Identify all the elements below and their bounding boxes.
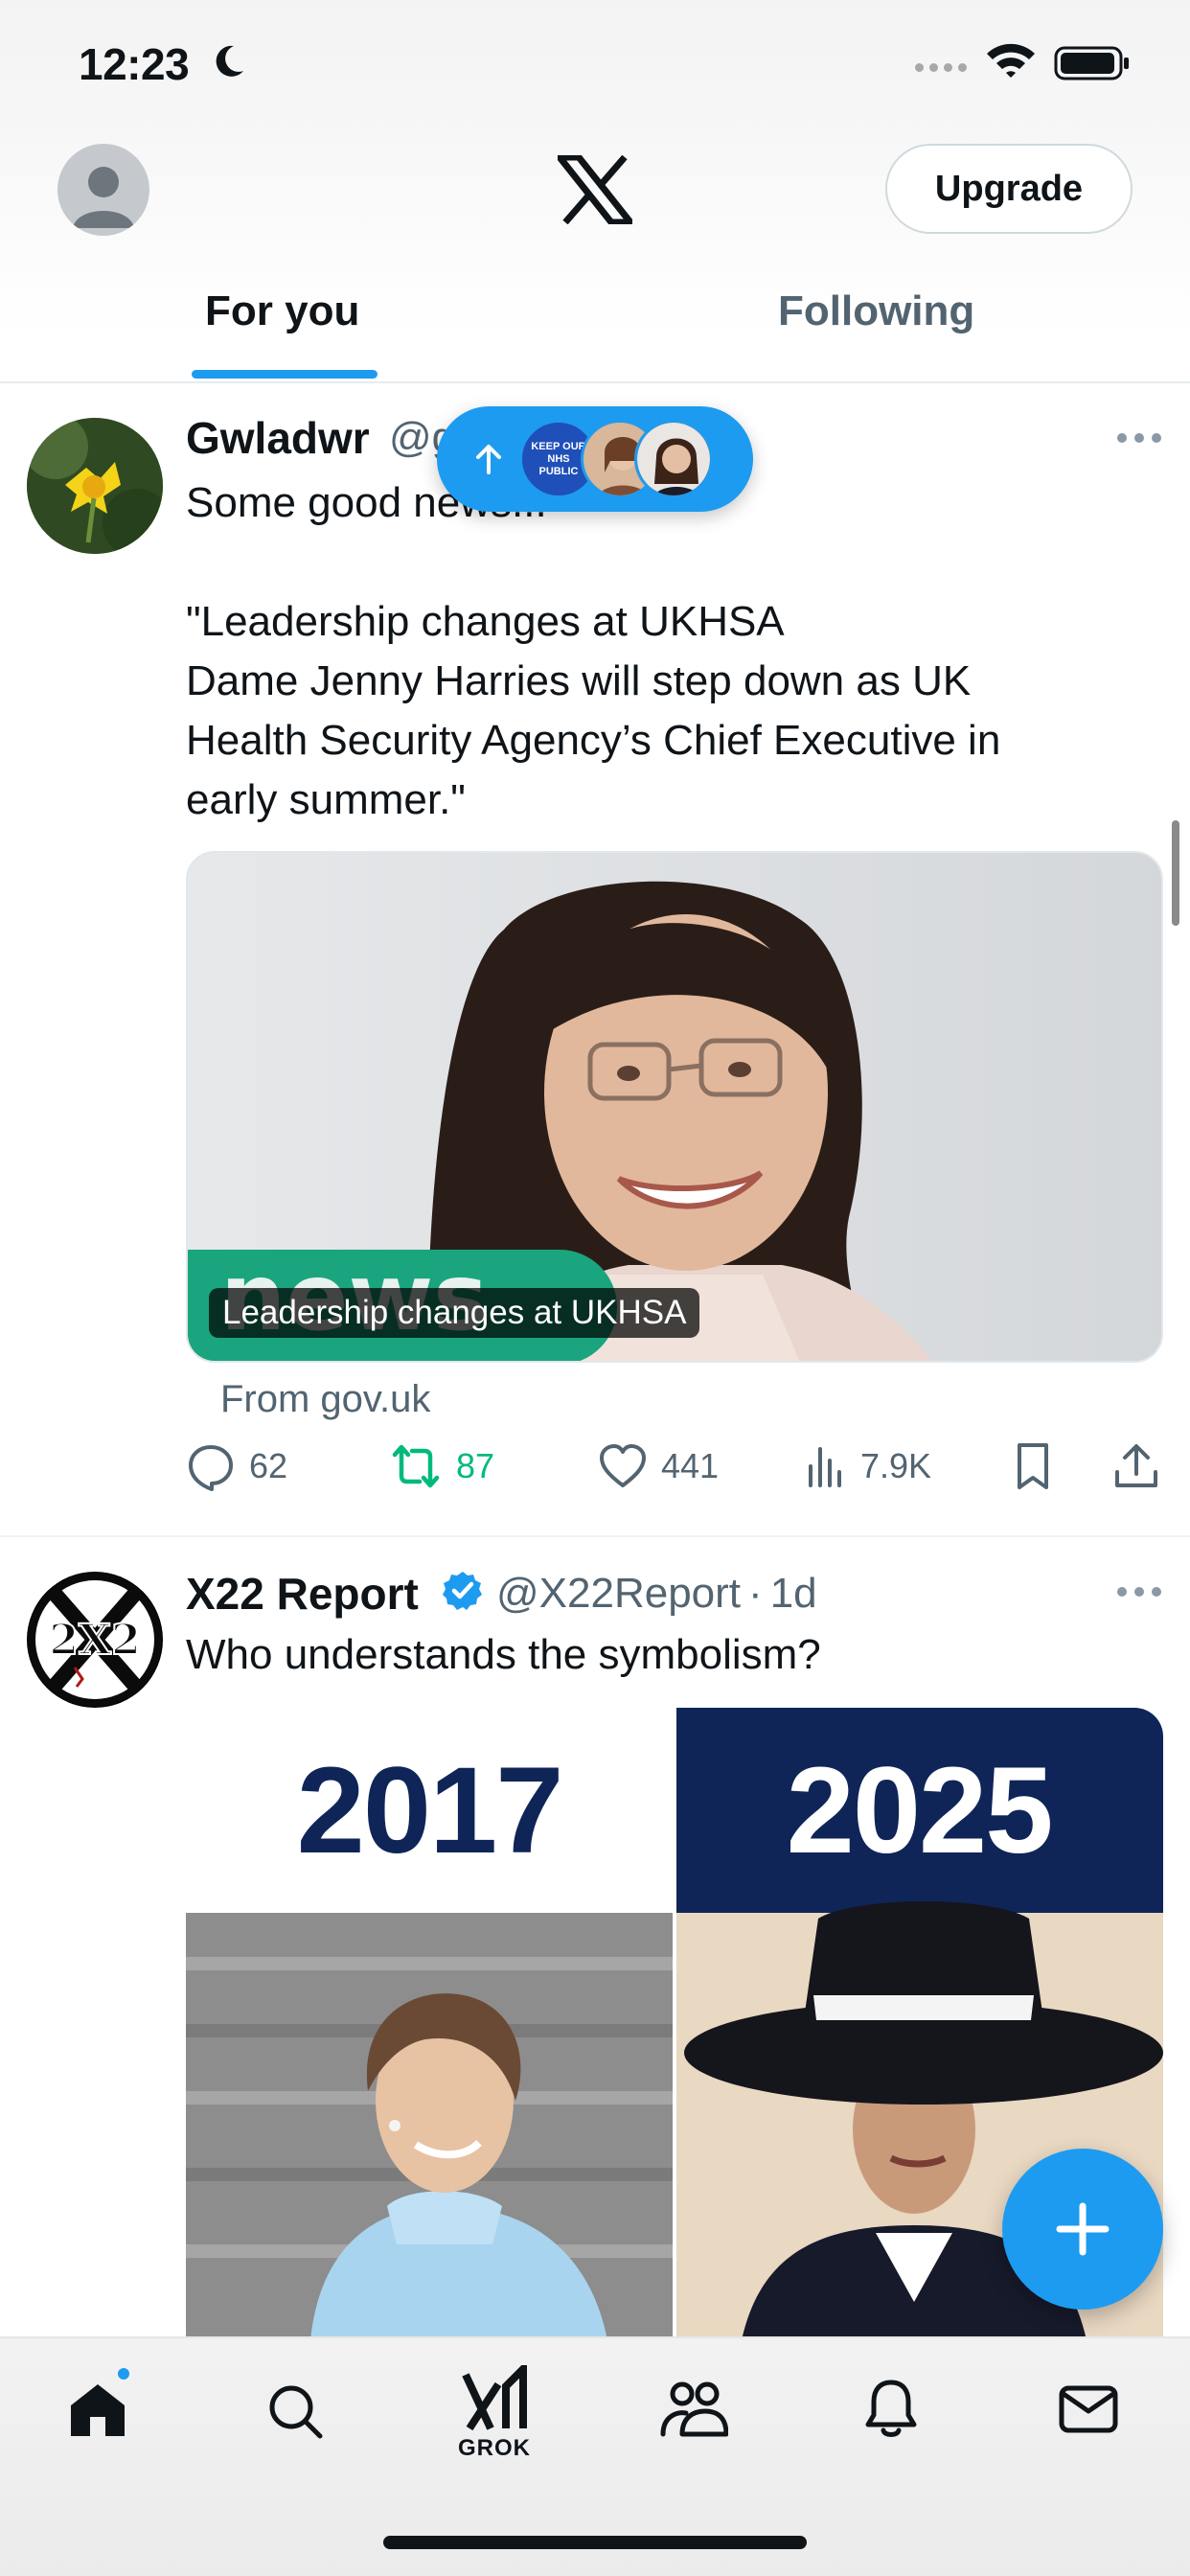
bookmark-icon [1018,1443,1048,1489]
meta-separator: · [748,1570,763,1617]
profile-avatar[interactable] [57,144,149,236]
post-author-name[interactable]: X22 Report [186,1568,419,1620]
share-button[interactable] [1113,1441,1159,1491]
post-meta[interactable]: @X22Report · 1d [496,1570,817,1618]
view-count: 7.9K [860,1446,932,1485]
svg-text:2X2: 2X2 [49,1616,140,1665]
reply-button[interactable]: 62 [186,1441,287,1491]
arrow-up-icon [469,440,508,483]
more-options-icon[interactable] [1117,433,1161,443]
post-author-avatar[interactable]: 2X2 [27,1572,163,1708]
new-posts-button[interactable]: KEEP OUR NHS PUBLIC [437,406,753,512]
home-tab[interactable] [67,2379,128,2445]
notifications-tab[interactable] [860,2377,922,2445]
card-title: Leadership changes at UKHSA [209,1288,700,1338]
post-author-avatar[interactable] [27,418,163,554]
battery-icon [1054,46,1131,85]
home-icon [71,2384,125,2436]
communities-icon [660,2381,729,2437]
bookmark-button[interactable] [1012,1441,1054,1491]
repost-icon [392,1444,440,1488]
grok-tab[interactable] [460,2359,533,2437]
post-author-name[interactable]: Gwladwr [186,412,370,464]
compose-button[interactable] [1002,2149,1163,2310]
like-count: 441 [661,1446,720,1485]
scrollbar[interactable] [1172,820,1179,926]
upgrade-button[interactable]: Upgrade [885,144,1133,234]
wifi-icon [985,40,1037,83]
reply-icon [189,1445,233,1491]
post-text: Who understands the symbolism? [186,1631,821,1678]
focus-moon-icon [209,42,247,85]
post-divider [0,1535,1190,1537]
x-logo-icon[interactable] [552,153,638,229]
communities-tab[interactable] [659,2379,729,2445]
home-indicator[interactable] [383,2536,807,2549]
media-label-right: 2025 [786,1741,1054,1879]
notification-dot [115,2365,132,2382]
new-post-avatar [634,420,713,498]
views-button[interactable]: 7.9K [805,1441,931,1491]
post-text: Some good news... "Leadership changes at… [186,479,1001,823]
tab-for-you[interactable]: For you [205,288,359,335]
verified-badge-icon [442,1570,484,1617]
search-tab[interactable] [264,2380,326,2447]
media-label-left: 2017 [296,1741,564,1879]
mail-icon [1059,2385,1118,2433]
views-icon [809,1447,841,1487]
card-source[interactable]: From gov.uk [220,1378,430,1421]
like-button[interactable]: 441 [598,1441,719,1491]
reply-count: 62 [249,1446,288,1485]
search-icon [269,2385,323,2439]
post-actions: 62 87 441 7.9K [186,1441,1163,1503]
active-tab-indicator [192,370,378,379]
post-timestamp[interactable]: 1d [770,1570,817,1618]
status-time: 12:23 [79,39,190,89]
heart-icon [600,1444,646,1487]
grok-icon [462,2359,527,2431]
post-author-handle[interactable]: @X22Report [496,1570,741,1618]
messages-tab[interactable] [1058,2380,1119,2443]
bell-icon [865,2380,917,2437]
share-icon [1115,1444,1157,1487]
header-divider [0,381,1190,383]
repost-count: 87 [456,1446,495,1485]
cellular-signal-icon [915,63,967,72]
tab-following[interactable]: Following [778,288,974,335]
repost-button[interactable]: 87 [389,1441,494,1491]
more-options-icon[interactable] [1117,1587,1161,1597]
link-card[interactable]: news Leadership changes at UKHSA [186,851,1163,1363]
grok-label: GROK [458,2435,531,2461]
plus-icon [1056,2202,1110,2256]
